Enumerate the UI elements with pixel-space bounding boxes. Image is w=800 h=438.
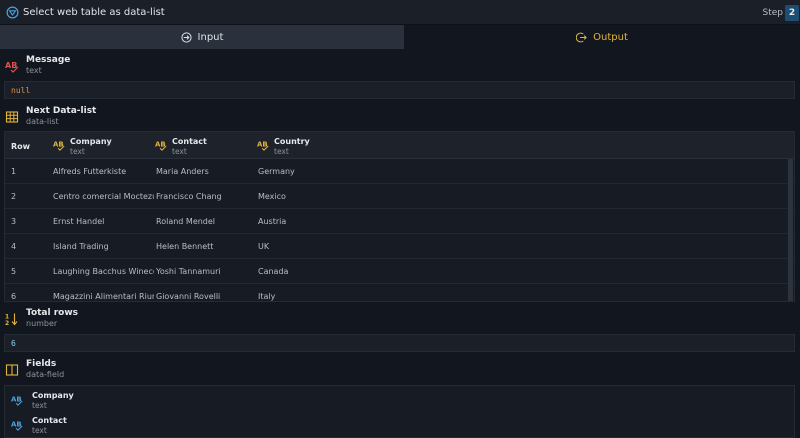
- cell-country: UK: [258, 242, 270, 251]
- total-rows-header: 1 2 Total rows number: [0, 305, 800, 333]
- cell-row-number: 3: [11, 217, 17, 226]
- svg-text:2: 2: [5, 320, 9, 326]
- svg-text:AB: AB: [5, 61, 17, 70]
- message-value-box[interactable]: null: [4, 81, 795, 99]
- cell-country: Germany: [258, 167, 295, 176]
- cell-row-number: 5: [11, 267, 17, 276]
- step-number-badge[interactable]: 2: [785, 5, 799, 21]
- io-tabs: Input Output: [0, 25, 800, 49]
- field-item-name: Contact: [32, 416, 67, 425]
- datalist-name: Next Data-list: [26, 106, 97, 116]
- cell-contact: Francisco Chang: [156, 192, 222, 201]
- datalist-table: Row AB Company text AB Contact text AB C…: [4, 131, 795, 302]
- table-row[interactable]: 6 Magazzini Alimentari Riuniti Giovanni …: [5, 284, 794, 301]
- text-type-icon: AB: [11, 395, 23, 406]
- table-header: Row AB Company text AB Contact text AB C…: [5, 132, 794, 159]
- svg-text:AB: AB: [53, 140, 64, 148]
- text-type-icon: AB: [257, 140, 269, 151]
- cell-company: Ernst Handel: [53, 217, 105, 226]
- logout-arrow-icon: [576, 32, 587, 42]
- list-item[interactable]: AB Company text: [5, 388, 794, 413]
- column-header-contact[interactable]: AB Contact text: [155, 132, 255, 159]
- cell-company: Island Trading: [53, 242, 109, 251]
- svg-text:AB: AB: [155, 140, 166, 148]
- fields-name: Fields: [26, 359, 57, 369]
- step-label: Step: [762, 8, 784, 18]
- column-header-company[interactable]: AB Company text: [53, 132, 153, 159]
- table-row[interactable]: 1 Alfreds Futterkiste Maria Anders Germa…: [5, 159, 794, 184]
- table-row[interactable]: 3 Ernst Handel Roland Mendel Austria: [5, 209, 794, 234]
- total-rows-name: Total rows: [26, 308, 79, 318]
- column-type: text: [172, 147, 187, 156]
- field-item-name: Company: [32, 391, 74, 400]
- column-name: Contact: [172, 137, 207, 146]
- tab-input-label: Input: [197, 31, 224, 43]
- cell-country: Mexico: [258, 192, 286, 201]
- message-value: null: [11, 86, 31, 95]
- column-type: text: [70, 147, 85, 156]
- fields-list: AB Company text AB Contact text: [4, 385, 795, 438]
- cell-row-number: 1: [11, 167, 17, 176]
- title-bar: Select web table as data-list Step 2: [0, 0, 800, 25]
- tab-output[interactable]: Output: [404, 25, 800, 49]
- column-name: Company: [70, 137, 112, 146]
- column-type: text: [274, 147, 289, 156]
- field-item-type: text: [32, 401, 47, 410]
- cell-country: Italy: [258, 292, 276, 301]
- table-row[interactable]: 5 Laughing Bacchus Winecellars Yoshi Tan…: [5, 259, 794, 284]
- column-name: Country: [274, 137, 310, 146]
- text-type-icon: AB: [53, 140, 65, 151]
- login-arrow-icon: [180, 31, 192, 43]
- cell-company: Magazzini Alimentari Riuniti: [53, 292, 154, 301]
- svg-text:AB: AB: [11, 420, 22, 428]
- message-header: AB Message text: [0, 52, 800, 80]
- fields-header: Fields data-field: [0, 356, 800, 384]
- message-name: Message: [26, 55, 71, 65]
- window-title: Select web table as data-list: [23, 7, 165, 18]
- message-type: text: [26, 66, 42, 75]
- cell-contact: Roland Mendel: [156, 217, 216, 226]
- text-type-icon: AB: [5, 61, 19, 73]
- tab-input[interactable]: Input: [0, 25, 404, 49]
- total-rows-type: number: [26, 319, 58, 328]
- cell-row-number: 2: [11, 192, 17, 201]
- cell-contact: Maria Anders: [156, 167, 209, 176]
- cell-contact: Giovanni Rovelli: [156, 292, 221, 301]
- cell-row-number: 6: [11, 292, 17, 301]
- fields-type: data-field: [26, 370, 65, 379]
- field-item-type: text: [32, 426, 47, 435]
- tab-output-label: Output: [593, 31, 628, 43]
- cell-row-number: 4: [11, 242, 17, 251]
- table-scrollbar[interactable]: [788, 159, 793, 301]
- datalist-type: data-list: [26, 117, 59, 126]
- columns-icon: [5, 364, 19, 376]
- table-row[interactable]: 4 Island Trading Helen Bennett UK: [5, 234, 794, 259]
- cell-company: Alfreds Futterkiste: [53, 167, 127, 176]
- cell-contact: Yoshi Tannamuri: [156, 267, 221, 276]
- list-item[interactable]: AB Contact text: [5, 413, 794, 437]
- cell-country: Canada: [258, 267, 289, 276]
- total-rows-value-box[interactable]: 6: [4, 334, 795, 352]
- cell-company: Laughing Bacchus Winecellars: [53, 267, 154, 276]
- cell-country: Austria: [258, 217, 287, 226]
- grid-table-icon: [5, 111, 19, 123]
- column-header-country[interactable]: AB Country text: [257, 132, 357, 159]
- total-rows-value: 6: [11, 339, 16, 348]
- table-row[interactable]: 2 Centro comercial Moctezuma Francisco C…: [5, 184, 794, 209]
- app-logo-icon: [6, 6, 19, 19]
- cell-contact: Helen Bennett: [156, 242, 214, 251]
- table-scrollbar-thumb[interactable]: [788, 159, 793, 301]
- cell-company: Centro comercial Moctezuma: [53, 192, 154, 201]
- datalist-header: Next Data-list data-list: [0, 103, 800, 131]
- text-type-icon: AB: [11, 420, 23, 431]
- text-type-icon: AB: [155, 140, 167, 151]
- svg-text:AB: AB: [11, 395, 22, 403]
- svg-text:AB: AB: [257, 140, 268, 148]
- sort-numbers-icon: 1 2: [5, 313, 18, 326]
